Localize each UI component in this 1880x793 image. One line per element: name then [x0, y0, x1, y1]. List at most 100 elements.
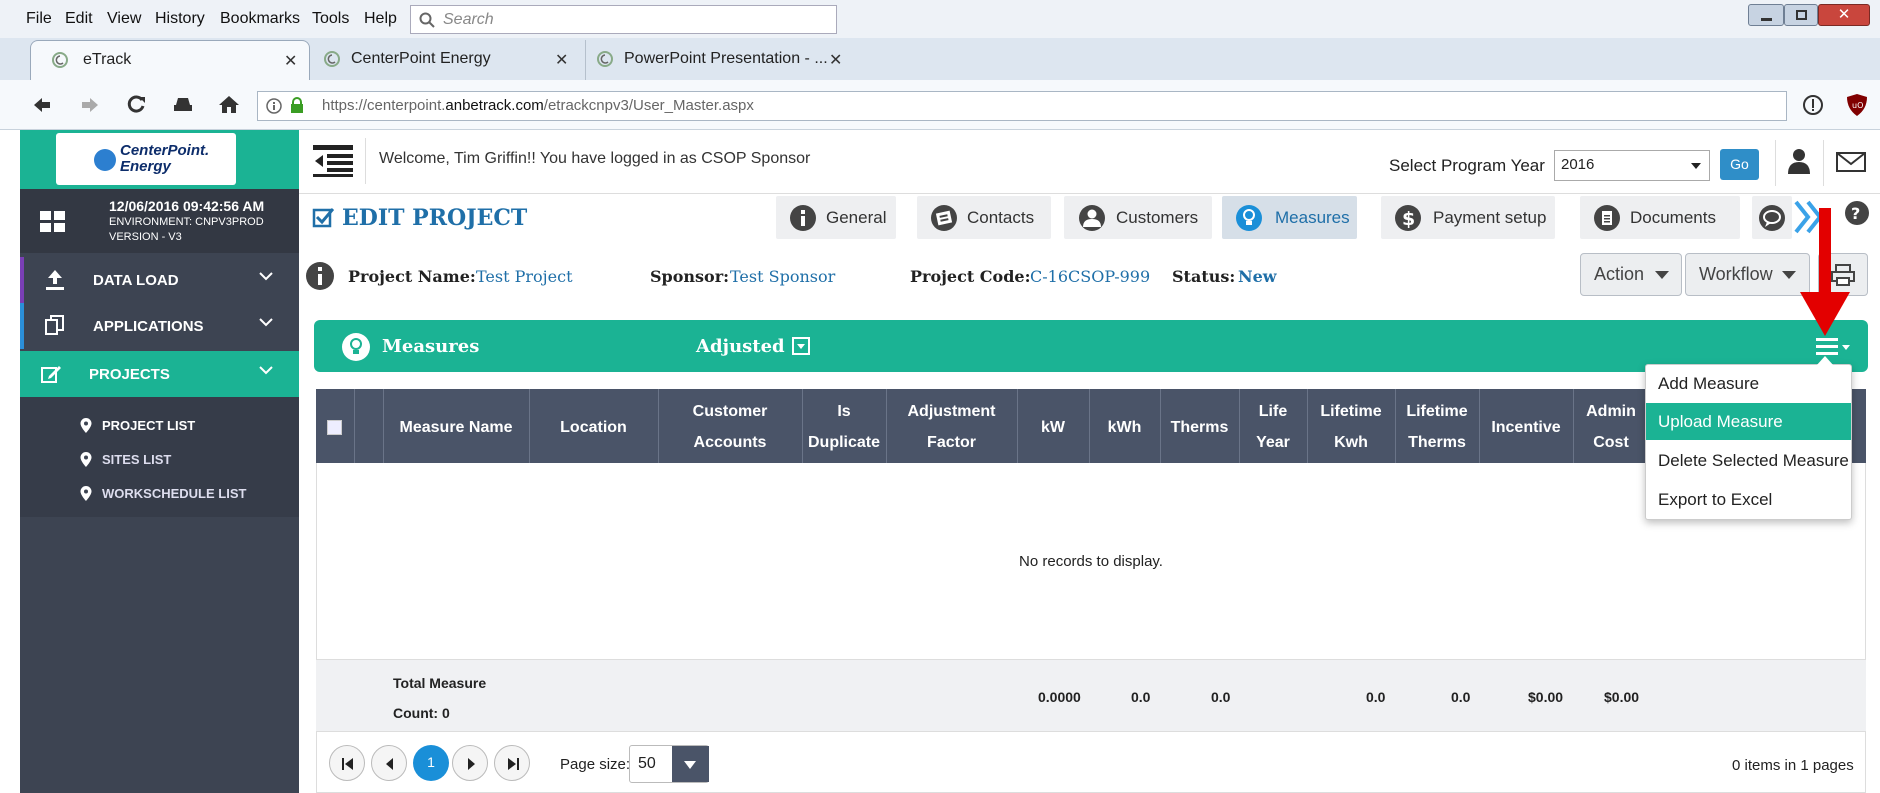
last-page-icon: [508, 758, 519, 770]
back-icon[interactable]: [32, 96, 52, 114]
menu-item-upload-measure[interactable]: Upload Measure: [1646, 403, 1851, 440]
mail-icon[interactable]: [1836, 152, 1866, 172]
extension-icon[interactable]: [172, 95, 194, 113]
menu-file[interactable]: File: [26, 10, 52, 28]
dashboard-grid-icon[interactable]: [40, 211, 66, 233]
tab-label: Contacts: [967, 208, 1035, 227]
menu-help[interactable]: Help: [364, 10, 397, 28]
menu-edit[interactable]: Edit: [65, 10, 93, 28]
svg-text:uO: uO: [1852, 101, 1863, 110]
menu-view[interactable]: View: [107, 10, 141, 28]
project-code-value: C-16CSOP-999: [1030, 267, 1151, 286]
logo-globe-icon: [94, 149, 116, 171]
url-bar[interactable]: https://centerpoint.anbetrack.com/etrack…: [257, 91, 1787, 121]
first-page-button[interactable]: [329, 745, 365, 781]
close-window-button[interactable]: ✕: [1818, 4, 1870, 26]
workflow-label: Workflow: [1699, 264, 1773, 284]
sponsor-label: Sponsor:: [650, 267, 730, 286]
reader-mode-icon[interactable]: [1802, 94, 1824, 116]
empty-table-message: No records to display.: [1019, 553, 1163, 570]
browser-tab-etrack[interactable]: eTrack ✕: [30, 40, 310, 80]
tab-close-icon[interactable]: ✕: [284, 51, 297, 71]
column-header-customer-accounts[interactable]: Customer Accounts: [658, 396, 802, 458]
menu-tools[interactable]: Tools: [312, 10, 349, 28]
reload-icon[interactable]: [127, 94, 147, 114]
tab-payment-setup[interactable]: $ Payment setup: [1381, 196, 1555, 239]
home-icon[interactable]: [218, 94, 240, 114]
tab-customers[interactable]: Customers: [1064, 196, 1212, 239]
minimize-button[interactable]: [1748, 4, 1784, 26]
window-controls: ✕: [1748, 4, 1872, 28]
column-header-lifetime-therms[interactable]: Lifetime Therms: [1395, 396, 1479, 458]
menu-history[interactable]: History: [155, 10, 205, 28]
column-header-measure-name[interactable]: Measure Name: [383, 412, 529, 443]
column-header-lifetime-kwh[interactable]: Lifetime Kwh: [1307, 396, 1395, 458]
user-profile-icon[interactable]: [1787, 148, 1811, 174]
action-label: Action: [1594, 264, 1645, 284]
column-header-is-duplicate[interactable]: Is Duplicate: [802, 396, 886, 458]
project-name-value: Test Project: [476, 267, 573, 286]
chat-bubble-icon: [1759, 205, 1785, 231]
tab-close-icon[interactable]: ✕: [555, 50, 568, 70]
sidebar-item-data-load[interactable]: DATA LOAD: [20, 257, 299, 303]
browser-tabbar: eTrack ✕ CenterPoint Energy ✕ PowerPoint…: [0, 38, 1880, 80]
column-header-life-year[interactable]: Life Year: [1239, 396, 1307, 458]
browser-tab-powerpoint[interactable]: PowerPoint Presentation - ... ✕: [585, 40, 855, 80]
menu-toggle-icon[interactable]: [313, 145, 353, 177]
tab-close-icon[interactable]: ✕: [829, 50, 842, 70]
tab-measures[interactable]: Measures: [1222, 196, 1357, 239]
sidebar-item-projects[interactable]: PROJECTS: [20, 351, 299, 397]
tab-more[interactable]: [1752, 196, 1792, 239]
adjusted-dropdown-icon[interactable]: [792, 337, 810, 355]
column-header-location[interactable]: Location: [529, 412, 658, 443]
browser-search-input[interactable]: Search: [410, 5, 837, 34]
page-size-select[interactable]: 50: [629, 745, 709, 783]
column-header-therms[interactable]: Therms: [1160, 412, 1239, 443]
centerpoint-logo[interactable]: CenterPoint. Energy: [56, 133, 236, 185]
info-icon[interactable]: [266, 98, 282, 114]
tab-label: General: [826, 208, 887, 227]
column-header-admin-cost[interactable]: Admin Cost: [1573, 396, 1649, 458]
project-name-label: Project Name:: [348, 267, 476, 286]
first-page-icon: [342, 758, 353, 770]
browser-tab-centerpoint[interactable]: CenterPoint Energy ✕: [313, 40, 583, 80]
hamburger-menu-icon[interactable]: [1816, 336, 1856, 358]
menu-item-add-measure[interactable]: Add Measure: [1646, 365, 1851, 402]
lock-icon: [291, 97, 303, 113]
column-header-adjustment-factor[interactable]: Adjustment Factor: [886, 396, 1017, 458]
measures-panel-header: Measures Adjusted: [314, 320, 1868, 372]
workflow-button[interactable]: Workflow: [1685, 253, 1810, 296]
tab-label: Payment setup: [1433, 208, 1547, 227]
last-page-button[interactable]: [494, 745, 530, 781]
select-all-checkbox[interactable]: [327, 420, 342, 435]
total-incentive: $0.00: [1528, 689, 1564, 705]
svg-text:?: ?: [1851, 204, 1860, 223]
url-domain: anbetrack.com: [445, 97, 544, 114]
column-header-kwh[interactable]: kWh: [1089, 412, 1160, 443]
ublock-shield-icon[interactable]: uO: [1846, 93, 1868, 117]
column-header-kw[interactable]: kW: [1017, 412, 1089, 443]
red-annotation-arrow: [1800, 208, 1850, 336]
url-prefix: https://centerpoint.: [322, 97, 446, 114]
sidebar-item-applications[interactable]: APPLICATIONS: [20, 303, 299, 349]
program-year-select[interactable]: 2016: [1554, 150, 1710, 181]
forward-icon[interactable]: [80, 96, 100, 114]
menu-item-export-to-excel[interactable]: Export to Excel: [1646, 481, 1851, 518]
maximize-button[interactable]: [1784, 4, 1818, 26]
prev-page-button[interactable]: [371, 745, 407, 781]
caret-down-icon: [1691, 163, 1701, 169]
total-therms: 0.0: [1211, 689, 1231, 705]
total-kwh: 0.0: [1131, 689, 1151, 705]
column-header-incentive[interactable]: Incentive: [1479, 412, 1573, 443]
logo-line2: Energy: [120, 158, 171, 175]
tab-general[interactable]: General: [776, 196, 896, 239]
page-size-dropdown-button[interactable]: [672, 746, 709, 782]
tab-contacts[interactable]: Contacts: [917, 196, 1051, 239]
action-button[interactable]: Action: [1580, 253, 1682, 296]
tab-documents[interactable]: Documents: [1580, 196, 1740, 239]
next-page-button[interactable]: [452, 745, 488, 781]
go-button[interactable]: Go: [1720, 149, 1759, 180]
current-page-button[interactable]: 1: [413, 745, 449, 781]
menu-item-delete-selected-measure[interactable]: Delete Selected Measure: [1646, 442, 1851, 479]
menu-bookmarks[interactable]: Bookmarks: [220, 10, 300, 28]
